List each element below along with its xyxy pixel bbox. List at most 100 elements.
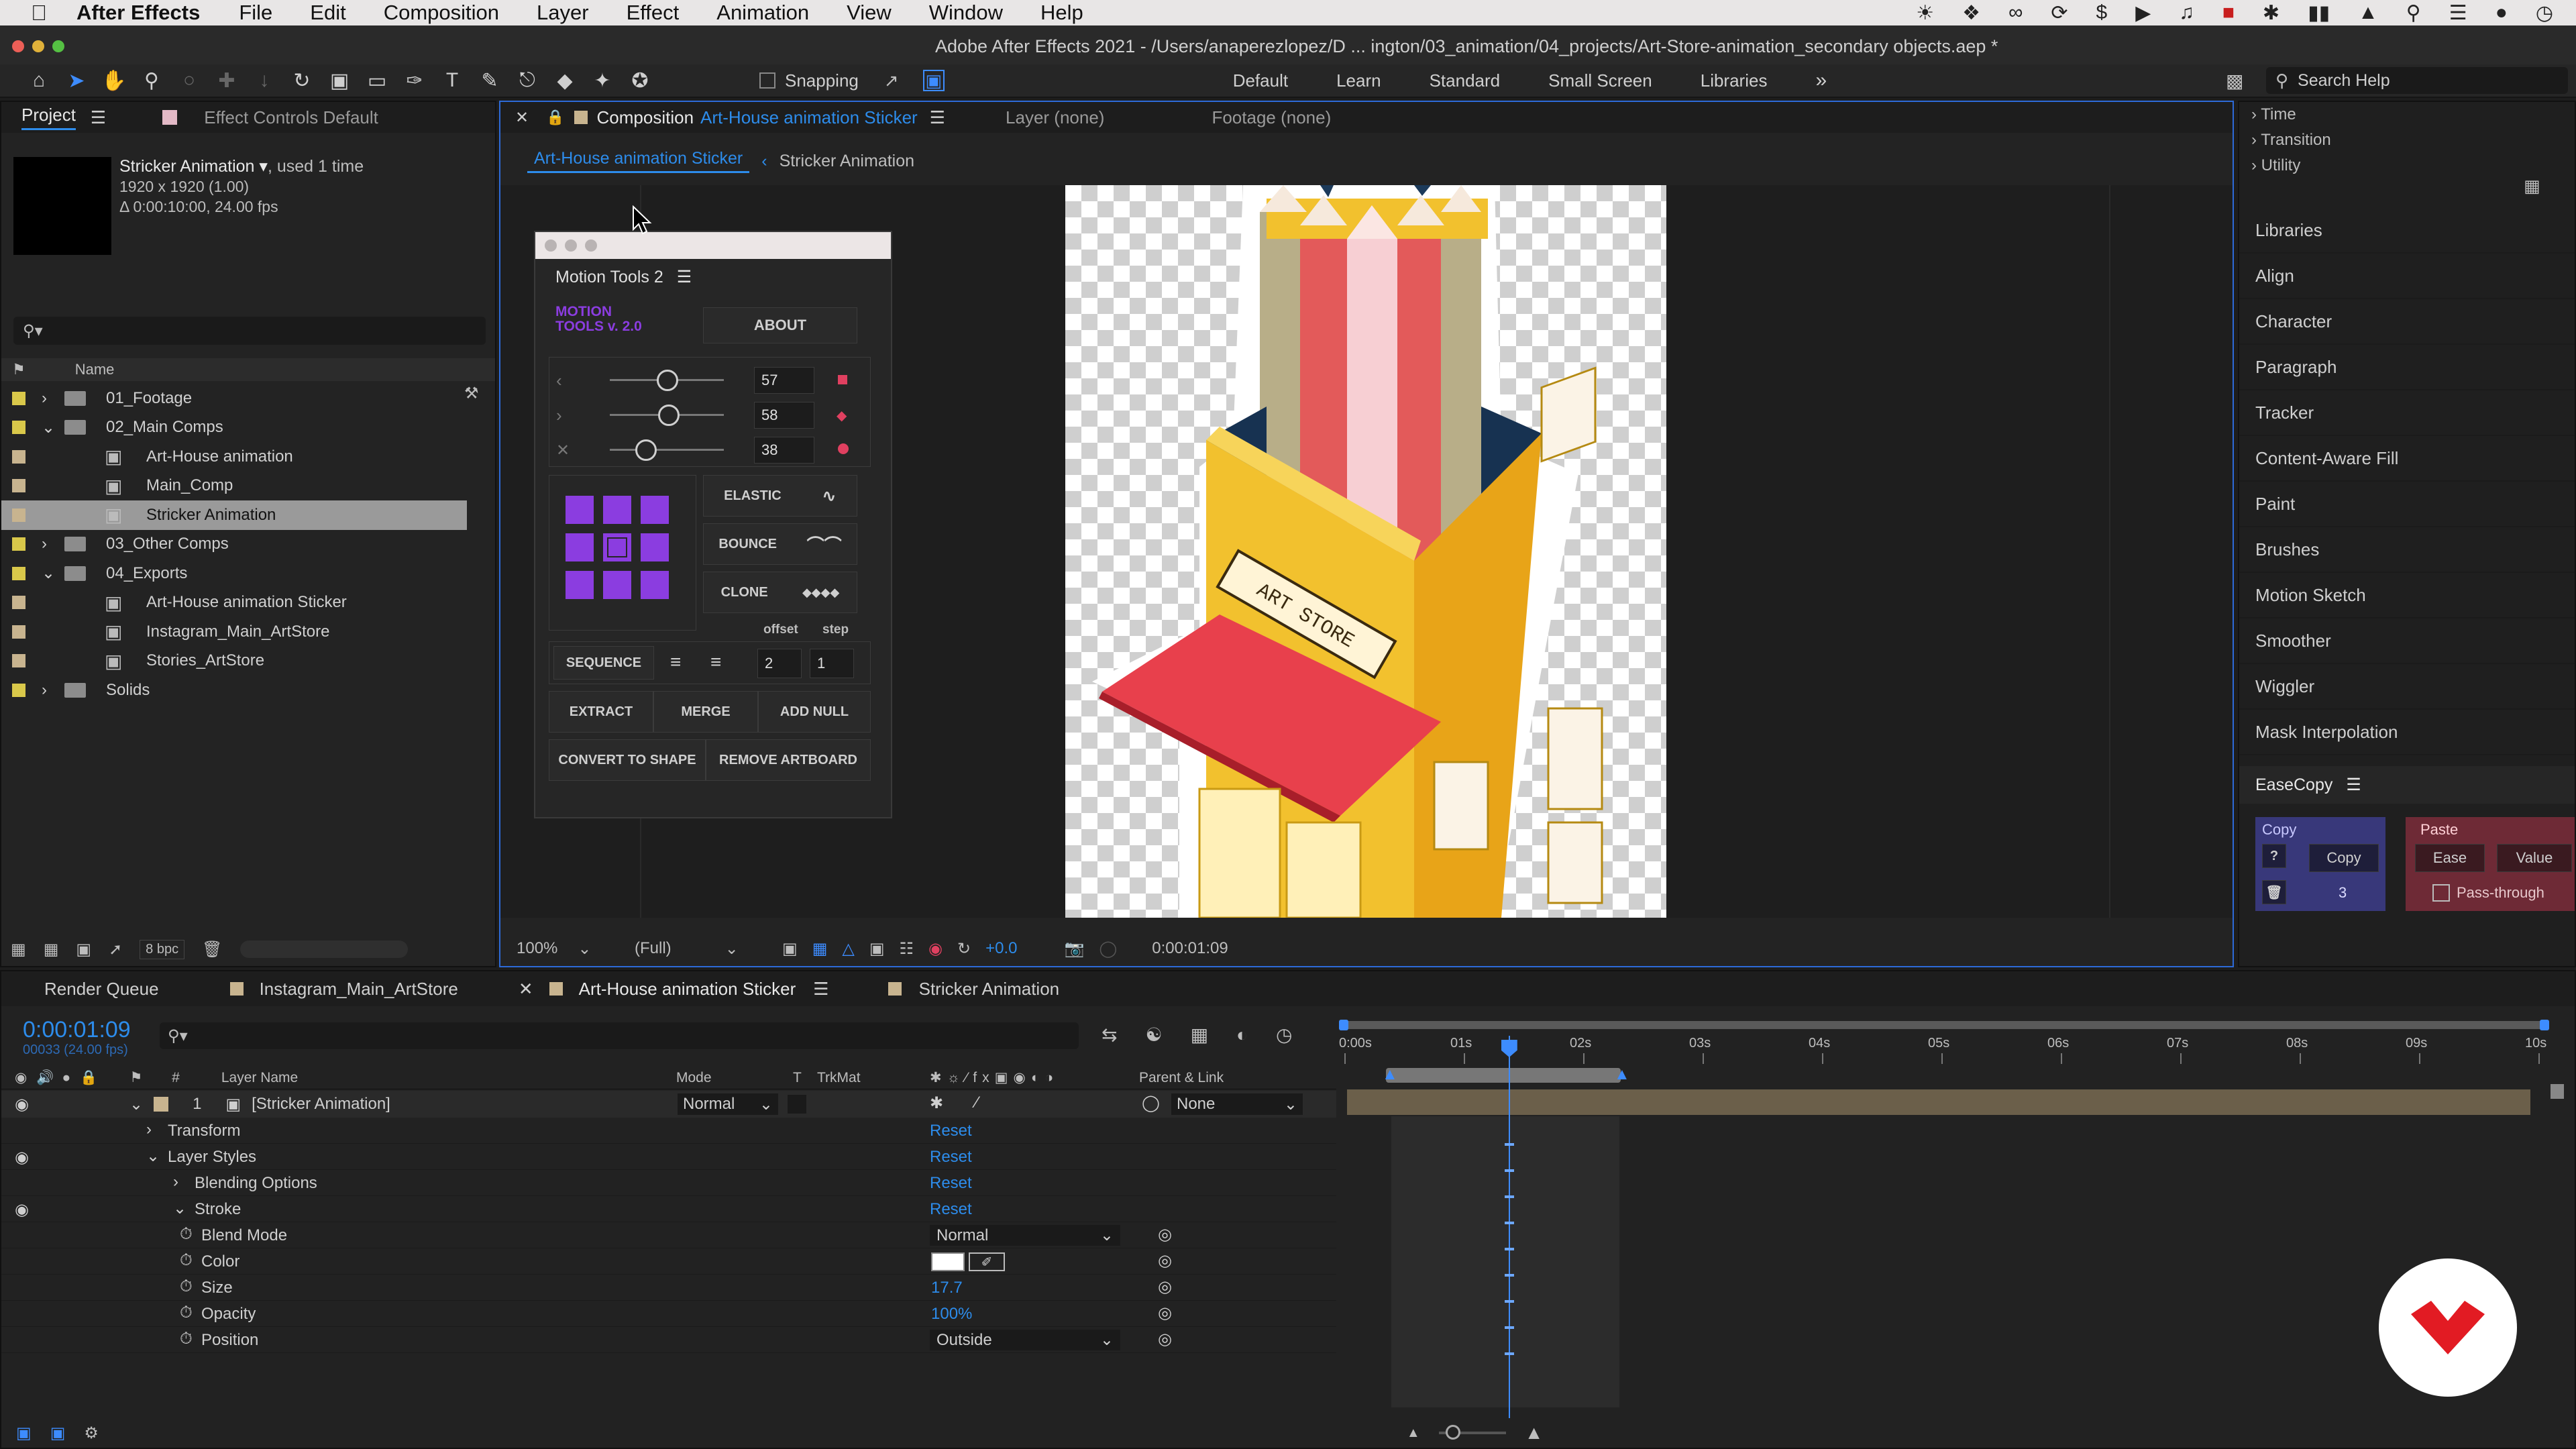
panel-item[interactable]: Paint [2239, 482, 2575, 527]
tab-instagram-main[interactable]: Instagram_Main_ArtStore [260, 979, 458, 1000]
mt-max-dot[interactable] [585, 239, 597, 252]
about-button[interactable]: ABOUT [703, 307, 857, 343]
pan-tool-icon[interactable]: ✚ [208, 65, 246, 96]
label-color-chip[interactable] [12, 596, 25, 610]
type-tool-icon[interactable]: T [433, 65, 471, 96]
copy-delete-icon[interactable]: 🗑 [2262, 880, 2286, 904]
property-dropdown[interactable]: Outside ⌄ [930, 1330, 1120, 1350]
motion-tools-menu-icon[interactable]: ☰ [677, 267, 692, 287]
menu-animation[interactable]: Animation [716, 1, 809, 25]
apple-icon[interactable]:  [31, 1, 47, 25]
workspace-small-screen[interactable]: Small Screen [1548, 70, 1652, 91]
dollar-icon[interactable]: $ [2096, 1, 2108, 24]
tree-utility[interactable]: › Utility [2251, 153, 2331, 178]
parent-dropdown[interactable]: None ⌄ [1171, 1093, 1303, 1115]
eraser-tool-icon[interactable]: ◆ [546, 65, 584, 96]
panel-item[interactable]: Align [2239, 254, 2575, 299]
property-row[interactable]: ⏱ Blend Mode Normal ⌄ ◎ [1, 1222, 1336, 1248]
project-item-row[interactable]: ▣ Instagram_Main_ArtStore [1, 617, 495, 647]
new-comp-icon[interactable]: ▣ [76, 940, 91, 959]
exposure-value[interactable]: +0.0 [985, 939, 1017, 958]
menu-effect[interactable]: Effect [627, 1, 680, 25]
slider-value-both[interactable]: 38 [754, 437, 814, 464]
flag-icon[interactable]: ■ [2222, 1, 2235, 24]
stopwatch-icon[interactable]: ⏱ [180, 1251, 193, 1270]
anchor-left[interactable] [566, 533, 594, 561]
bluetooth-icon[interactable]: ✱ [2263, 1, 2279, 25]
menu-composition[interactable]: Composition [384, 1, 499, 25]
panel-item[interactable]: Mask Interpolation [2239, 710, 2575, 755]
property-row[interactable]: ⏱ Opacity 100% ◎ [1, 1301, 1336, 1327]
easecopy-menu-icon[interactable]: ☰ [2346, 775, 2361, 795]
project-item-row[interactable]: › 01_Footage [1, 384, 495, 413]
copy-button[interactable]: Copy [2309, 844, 2379, 872]
merge-button[interactable]: MERGE [653, 691, 758, 733]
remove-artboard-button[interactable]: REMOVE ARTBOARD [706, 739, 871, 781]
workspace-default[interactable]: Default [1233, 70, 1288, 91]
property-row[interactable]: ◉ ⌄ Layer Styles Reset [1, 1144, 1336, 1170]
preview-range-end-handle[interactable]: ▲ [1614, 1065, 1630, 1084]
search-help-box[interactable]: ⚲ Search Help [2266, 67, 2568, 94]
timeline-zoom-knob[interactable] [1445, 1425, 1460, 1440]
property-value[interactable]: 100% [931, 1305, 972, 1324]
new-folder-icon[interactable]: ▦ [44, 940, 59, 959]
flowchart-icon[interactable]: ➚ [109, 940, 122, 959]
timeline-search-input[interactable]: ⚲▾ [160, 1022, 1079, 1049]
label-color-chip[interactable] [12, 625, 25, 639]
column-name-header[interactable]: Name [75, 361, 115, 378]
tab-project[interactable]: Project [21, 105, 76, 130]
selected-item-name[interactable]: Stricker Animation ▾ [119, 157, 268, 176]
zoom-out-mountain-icon[interactable]: ▲ [1407, 1426, 1420, 1441]
mode-header[interactable]: Mode [676, 1070, 712, 1086]
project-item-row[interactable]: ▣ Stricker Animation [1, 500, 467, 530]
pan-behind-tool-icon[interactable]: ▣ [321, 65, 358, 96]
close-timeline-tab-icon[interactable]: ✕ [519, 979, 533, 1000]
layer-mode-dropdown[interactable]: Normal ⌄ [678, 1093, 778, 1115]
collapse-transform-icon[interactable]: ✱ [930, 1093, 943, 1113]
trash-icon[interactable]: 🗑 [202, 940, 222, 959]
expression-pickwhip-icon[interactable]: ◎ [1158, 1251, 1172, 1271]
slider-value-in[interactable]: 57 [754, 367, 814, 394]
clock-icon[interactable]: ◷ [2536, 1, 2553, 25]
label-color-chip[interactable] [12, 537, 25, 551]
label-color-chip[interactable] [12, 391, 25, 405]
panel-item[interactable]: Tracker [2239, 390, 2575, 436]
project-item-row[interactable]: › 03_Other Comps [1, 530, 495, 559]
comp-tab-prefix[interactable]: Composition [597, 107, 694, 128]
comp-panel-menu-icon[interactable]: ☰ [930, 107, 945, 128]
slider-knob-both[interactable] [635, 439, 657, 461]
tree-time[interactable]: › Time [2251, 102, 2331, 127]
anchor-top-right[interactable] [641, 496, 669, 524]
property-row[interactable]: › Transform Reset [1, 1118, 1336, 1144]
lock-icon[interactable]: 🔒 [546, 109, 564, 126]
zoom-window-button[interactable] [52, 40, 64, 52]
stopwatch-icon[interactable]: ⏱ [180, 1303, 193, 1322]
layer-name[interactable]: [Stricker Animation] [252, 1095, 390, 1114]
toggle-modes-icon[interactable]: ▣ [50, 1424, 66, 1443]
resolution-dropdown[interactable]: (Full) ⌄ [635, 939, 762, 959]
quality-icon[interactable]: ∕ [975, 1093, 978, 1112]
zoom-tool-icon[interactable]: ⚲ [133, 65, 170, 96]
home-icon[interactable]: ⌂ [20, 65, 58, 96]
property-row[interactable]: ⏱ Size 17.7 ◎ [1, 1275, 1336, 1301]
menu-file[interactable]: File [239, 1, 272, 25]
roto-brush-tool-icon[interactable]: ✦ [584, 65, 621, 96]
project-item-row[interactable]: ▣ Stories_ArtStore [1, 647, 495, 676]
project-item-row[interactable]: ⌄ 04_Exports [1, 559, 495, 588]
layer-visibility-icon[interactable]: ◉ [15, 1095, 29, 1114]
twirl-right-icon[interactable]: › [42, 535, 47, 553]
panel-item[interactable]: Character [2239, 299, 2575, 345]
project-menu-icon[interactable]: ☰ [91, 107, 106, 128]
anchor-bottom-right[interactable] [641, 571, 669, 599]
layer-trkmat-box[interactable] [788, 1095, 806, 1114]
clone-button[interactable]: CLONE ◆◆◆◆ [703, 572, 857, 613]
work-area-bar[interactable] [1342, 1021, 2546, 1029]
project-search-input[interactable]: ⚲▾ [13, 317, 486, 345]
property-row[interactable]: ⏱ Position Outside ⌄ ◎ [1, 1327, 1336, 1353]
sequence-offset-input[interactable]: 2 [757, 649, 802, 678]
region-of-interest-icon[interactable]: ▣ [869, 939, 885, 959]
menu-view[interactable]: View [847, 1, 892, 25]
reset-link[interactable]: Reset [930, 1174, 972, 1193]
workspace-learn[interactable]: Learn [1336, 70, 1381, 91]
sequence-forward-icon[interactable]: ≡ [670, 651, 681, 673]
